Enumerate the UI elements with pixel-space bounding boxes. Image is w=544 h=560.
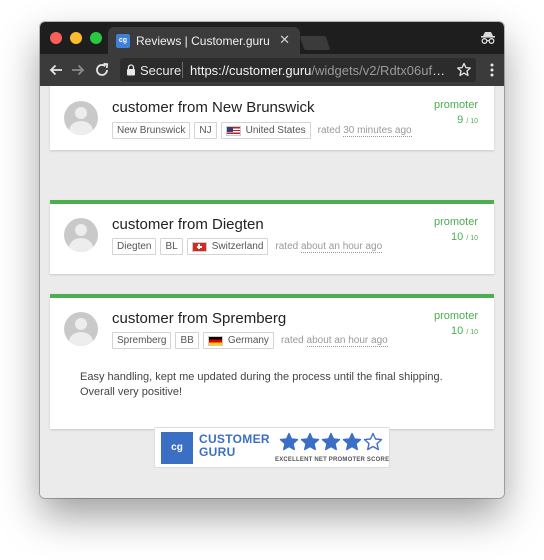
star-empty-icon xyxy=(363,432,383,451)
review-card: customer from Diegten Diegten BL Switzer… xyxy=(50,200,494,274)
country-name: United States xyxy=(245,125,306,136)
rated-info: rated about an hour ago xyxy=(280,335,388,347)
badge-brand-line2: GURU xyxy=(199,445,236,459)
us-flag-icon xyxy=(225,125,241,136)
rated-time[interactable]: about an hour ago xyxy=(306,335,388,347)
avatar-head xyxy=(75,318,87,330)
location-tags: New Brunswick NJ United States rated 30 … xyxy=(112,122,412,139)
rated-info: rated 30 minutes ago xyxy=(317,125,412,137)
score-line: 10 / 10 xyxy=(434,231,478,243)
close-window-button[interactable] xyxy=(50,32,62,44)
country-name: Switzerland xyxy=(211,241,264,252)
avatar-head xyxy=(75,224,87,236)
swiss-flag-icon xyxy=(191,241,207,252)
review-text: Easy handling, kept me updated during th… xyxy=(80,371,443,398)
incognito-icon xyxy=(481,32,495,44)
address-divider xyxy=(182,62,183,78)
nps-label: promoter xyxy=(433,216,478,228)
nps-label: promoter xyxy=(433,310,478,322)
rated-prefix: rated xyxy=(317,125,341,136)
star-filled-icon xyxy=(342,432,362,451)
location-tags: Diegten BL Switzerland rated about an ho… xyxy=(112,238,383,255)
nps-label: promoter xyxy=(433,99,478,111)
score-box: promoter 10 / 10 xyxy=(434,216,478,243)
rated-prefix: rated xyxy=(280,335,304,346)
url-host: https://customer.guru xyxy=(190,63,312,78)
score-max: / 10 xyxy=(466,118,478,125)
url-path: /widgets/v2/Rdtx06ufg... xyxy=(311,63,448,78)
city-tag: Diegten xyxy=(112,238,157,255)
region-tag: NJ xyxy=(194,122,217,139)
avatar-head xyxy=(75,107,87,119)
region-tag: BL xyxy=(160,238,183,255)
score-line: 10 / 10 xyxy=(434,325,478,337)
star-filled-icon xyxy=(300,432,320,451)
star-filled-icon xyxy=(321,432,341,451)
score-box: promoter 10 / 10 xyxy=(434,310,478,337)
german-flag-icon xyxy=(207,335,223,346)
rated-time[interactable]: about an hour ago xyxy=(300,241,383,253)
customer-name: customer from Diegten xyxy=(112,216,264,233)
review-card: customer from New Brunswick New Brunswic… xyxy=(50,86,494,150)
badge-tagline: EXCELLENT NET PROMOTER SCORE xyxy=(275,457,390,463)
customer-name: customer from New Brunswick xyxy=(112,99,315,116)
rating-stars xyxy=(279,432,383,452)
menu-icon[interactable] xyxy=(490,63,494,77)
customer-name: customer from Spremberg xyxy=(112,310,287,327)
star-filled-icon xyxy=(279,432,299,451)
review-card: customer from Spremberg Spremberg BB Ger… xyxy=(50,294,494,429)
lock-icon xyxy=(127,64,135,76)
badge-brand-name: CUSTOMER GURU xyxy=(199,433,277,459)
tab-title: Reviews | Customer.guru xyxy=(136,34,270,48)
rated-time[interactable]: 30 minutes ago xyxy=(343,125,412,137)
score-max: / 10 xyxy=(466,235,478,242)
new-tab-button[interactable] xyxy=(299,36,331,50)
favicon-icon: cg xyxy=(116,34,130,48)
country-tag: Germany xyxy=(202,332,274,349)
avatar-icon xyxy=(64,312,98,346)
score-line: 9 / 10 xyxy=(434,114,478,126)
avatar-body xyxy=(69,332,93,346)
maximize-window-button[interactable] xyxy=(90,32,102,44)
tab-strip: cg Reviews | Customer.guru ✕ xyxy=(40,22,504,54)
avatar-body xyxy=(69,121,93,135)
score-max: / 10 xyxy=(466,329,478,336)
page-content: customer from New Brunswick New Brunswic… xyxy=(40,86,504,498)
customer-guru-badge[interactable]: cg CUSTOMER GURU EXCELLENT NET PROMOTER … xyxy=(154,427,390,468)
secure-label: Secure xyxy=(140,63,182,78)
reload-icon[interactable] xyxy=(94,62,110,78)
region-tag: BB xyxy=(175,332,199,349)
city-tag: Spremberg xyxy=(112,332,172,349)
close-tab-icon[interactable]: ✕ xyxy=(279,32,290,48)
score-value: 9 xyxy=(457,114,464,126)
rated-prefix: rated xyxy=(275,241,299,252)
address-bar[interactable]: Secure https://customer.guru/widgets/v2/… xyxy=(120,58,476,82)
browser-toolbar: Secure https://customer.guru/widgets/v2/… xyxy=(40,54,504,86)
city-tag: New Brunswick xyxy=(112,122,191,139)
avatar-icon xyxy=(64,218,98,252)
avatar-icon xyxy=(64,101,98,135)
customer-guru-logo: cg xyxy=(161,432,193,464)
back-arrow-icon[interactable] xyxy=(48,62,64,78)
tab-reviews[interactable]: cg Reviews | Customer.guru ✕ xyxy=(108,27,300,54)
location-tags: Spremberg BB Germany rated about an hour… xyxy=(112,332,388,349)
score-value: 10 xyxy=(451,231,464,243)
score-box: promoter 9 / 10 xyxy=(434,99,478,126)
country-tag: Switzerland xyxy=(186,238,269,255)
avatar-body xyxy=(69,238,93,252)
score-value: 10 xyxy=(451,325,464,337)
forward-arrow-icon[interactable] xyxy=(70,62,86,78)
bookmark-star-icon[interactable] xyxy=(456,62,472,78)
rated-info: rated about an hour ago xyxy=(275,241,383,253)
minimize-window-button[interactable] xyxy=(70,32,82,44)
browser-window: cg Reviews | Customer.guru ✕ Secure http… xyxy=(40,22,504,498)
url-text[interactable]: https://customer.guru/widgets/v2/Rdtx06u… xyxy=(190,63,448,78)
country-tag: United States xyxy=(220,122,311,139)
country-name: Germany xyxy=(227,335,269,346)
